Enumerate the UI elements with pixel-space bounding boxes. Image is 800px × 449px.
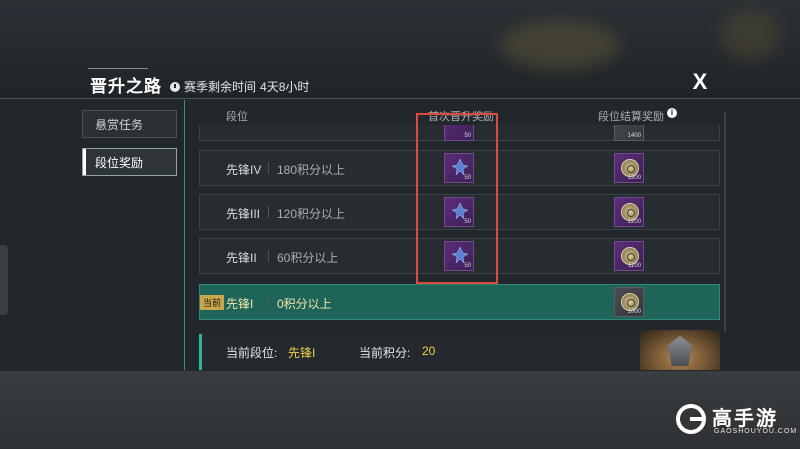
item-quantity: 1200 — [627, 219, 641, 225]
header-rank: 段位 — [226, 111, 248, 123]
settlement-reward-item[interactable]: 1200 — [614, 197, 644, 227]
rank-requirement: 180积分以上 — [277, 163, 346, 177]
background-blur — [500, 20, 620, 70]
rank-emblem-image — [640, 330, 720, 370]
rank-requirement: 60积分以上 — [277, 251, 339, 265]
season-label: 赛季剩余时间 — [184, 80, 257, 94]
item-quantity: 1000 — [627, 309, 641, 315]
settlement-reward-item[interactable]: 1100 — [614, 241, 644, 271]
header-settlement: 段位结算奖励 i — [598, 108, 677, 124]
rank-requirement: 0积分以上 — [277, 297, 332, 311]
scrollbar[interactable] — [724, 112, 726, 332]
watermark-domain: GAOSHOUYOU.COM — [714, 428, 798, 435]
current-points-label: 当前积分: — [359, 346, 411, 360]
tab-bounty-tasks[interactable]: 悬赏任务 — [82, 110, 177, 138]
background-blur — [720, 10, 780, 60]
tab-rank-rewards[interactable]: 段位奖励 — [82, 148, 177, 176]
divider — [268, 162, 269, 174]
header-settlement-label: 段位结算奖励 — [598, 111, 664, 123]
close-button[interactable]: X — [688, 70, 712, 94]
season-remaining: 4天8小时 — [260, 80, 310, 94]
rank-requirement: 120积分以上 — [277, 207, 346, 221]
highlight-box — [416, 113, 498, 284]
settlement-reward-item[interactable]: 1000 — [614, 287, 644, 317]
clock-icon — [170, 81, 180, 92]
info-icon[interactable]: i — [667, 108, 677, 118]
watermark: 高手游 GAOSHOUYOU.COM — [676, 404, 796, 435]
season-timer: 赛季剩余时间 4天8小时 — [170, 78, 309, 95]
divider — [268, 296, 269, 308]
item-quantity: 1300 — [627, 175, 641, 181]
rank-name: 先锋I — [226, 297, 254, 311]
rank-name: 先锋II — [226, 251, 257, 265]
brand-logo-icon — [676, 404, 706, 434]
rank-name: 先锋IV — [226, 163, 262, 177]
rank-name: 先锋III — [226, 207, 261, 221]
current-points-value: 20 — [422, 344, 436, 358]
item-quantity: 1100 — [628, 263, 641, 269]
current-badge: 当前 — [200, 295, 225, 310]
item-quantity: 1400 — [627, 133, 641, 139]
title-bar: 晋升之路 赛季剩余时间 4天8小时 X — [0, 68, 800, 98]
divider — [268, 250, 269, 262]
divider — [268, 206, 269, 218]
settlement-reward-item[interactable]: 1300 — [614, 153, 644, 183]
nav-divider — [184, 100, 185, 370]
current-rank-value: 先锋I — [288, 346, 316, 360]
side-drawer-handle[interactable] — [0, 245, 8, 315]
watermark-brand: 高手游 — [712, 408, 778, 430]
page-title: 晋升之路 — [90, 77, 162, 96]
current-rank-label: 当前段位: — [226, 346, 278, 360]
